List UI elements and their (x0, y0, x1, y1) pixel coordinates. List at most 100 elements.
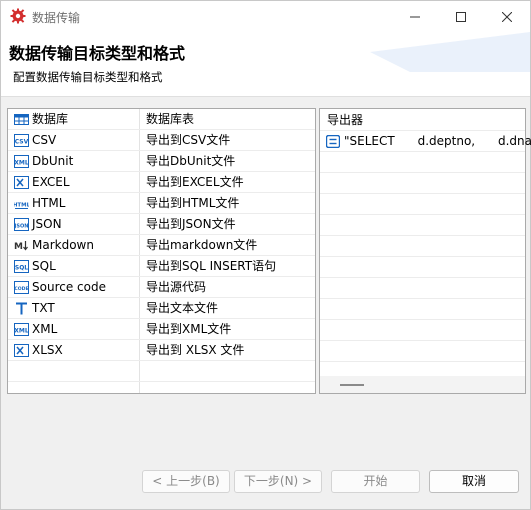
format-description[interactable]: 导出DbUnit文件 (139, 151, 315, 171)
next-button[interactable]: 下一步(N) > (234, 470, 322, 493)
wizard-header: 数据传输目标类型和格式 配置数据传输目标类型和格式 (1, 32, 530, 97)
svg-text:XML: XML (14, 159, 29, 166)
query-icon (326, 135, 341, 148)
svg-text:SQL: SQL (15, 264, 28, 271)
format-description[interactable]: 导出到SQL INSERT语句 (139, 256, 315, 276)
format-description[interactable]: 导出源代码 (139, 277, 315, 297)
format-name-cell[interactable]: XLSX (8, 340, 139, 360)
exporter-query-text: "SELECT d.deptno, d.dname (344, 134, 531, 148)
format-description[interactable]: 导出到JSON文件 (139, 214, 315, 234)
start-button[interactable]: 开始 (331, 470, 420, 493)
svg-text:CSV: CSV (15, 138, 29, 145)
excel-icon (14, 343, 29, 357)
exporter-header: 导出器 (320, 109, 525, 131)
table-row[interactable]: HTML HTML 导出到HTML文件 (8, 193, 315, 214)
format-name-cell[interactable]: M Markdown (8, 235, 139, 255)
table-row[interactable]: CSV CSV 导出到CSV文件 (8, 130, 315, 151)
empty-row (320, 257, 525, 278)
format-name: XML (32, 322, 58, 336)
format-name: Source code (32, 280, 106, 294)
xml-icon: XML (14, 322, 29, 336)
maximize-button[interactable] (438, 1, 484, 32)
table-row[interactable]: TXT 导出文本文件 (8, 298, 315, 319)
html-icon: HTML (14, 197, 29, 210)
format-name: XLSX (32, 343, 63, 357)
app-gear-icon (10, 8, 26, 24)
format-name: EXCEL (32, 175, 70, 189)
json-icon: JSON (14, 217, 29, 231)
header-database-table[interactable]: 数据库表 (139, 109, 315, 129)
format-name-cell[interactable]: CODE Source code (8, 277, 139, 297)
svg-text:CODE: CODE (14, 286, 28, 292)
format-description[interactable]: 导出到 XLSX 文件 (139, 340, 315, 360)
format-name: Markdown (32, 238, 94, 252)
empty-row (320, 299, 525, 320)
svg-text:XML: XML (14, 327, 29, 334)
page-subtitle: 配置数据传输目标类型和格式 (13, 70, 163, 84)
xml-icon: XML (14, 154, 29, 168)
excel-icon (14, 175, 29, 189)
format-name-cell[interactable]: JSON JSON (8, 214, 139, 234)
table-row[interactable]: XML DbUnit 导出DbUnit文件 (8, 151, 315, 172)
empty-row (320, 278, 525, 299)
exporter-panel: 导出器 "SELECT d.deptno, d.dname (319, 108, 531, 394)
table-row[interactable]: JSON JSON 导出到JSON文件 (8, 214, 315, 235)
csv-icon: CSV (14, 133, 29, 147)
format-description[interactable]: 导出markdown文件 (139, 235, 315, 255)
empty-row (320, 341, 525, 362)
format-description[interactable]: 导出到CSV文件 (139, 130, 315, 150)
horizontal-scrollbar[interactable] (320, 376, 525, 393)
format-name-cell[interactable]: TXT (8, 298, 139, 318)
target-type-table: 数据库 数据库表 CSV CSV 导出到CSV文件 XML DbUnit 导出DbUnit… (7, 108, 316, 394)
code-icon: CODE (14, 280, 29, 294)
data-transfer-window: 数据传输 数据传输目标类型和格式 配置数据传输目标类型和格式 数据库 数据库表 (0, 0, 531, 510)
format-name-cell[interactable]: CSV CSV (8, 130, 139, 150)
close-window-button[interactable] (484, 1, 530, 32)
empty-row (320, 152, 525, 173)
format-description[interactable]: 导出到HTML文件 (139, 193, 315, 213)
header-database-label: 数据库 (32, 112, 69, 126)
svg-text:JSON: JSON (14, 223, 28, 229)
format-name: TXT (32, 301, 55, 315)
cancel-button[interactable]: 取消 (429, 470, 519, 493)
markdown-icon: M (14, 239, 29, 252)
table-row[interactable]: M Markdown 导出markdown文件 (8, 235, 315, 256)
empty-row (320, 194, 525, 215)
sql-icon: SQL (14, 259, 29, 273)
svg-text:HTML: HTML (14, 202, 29, 208)
table-row[interactable]: SQL SQL 导出到SQL INSERT语句 (8, 256, 315, 277)
format-description[interactable]: 导出到EXCEL文件 (139, 172, 315, 192)
format-name-cell[interactable]: HTML HTML (8, 193, 139, 213)
table-header: 数据库 数据库表 (8, 109, 315, 130)
txt-icon (14, 302, 29, 315)
table-row[interactable]: CODE Source code 导出源代码 (8, 277, 315, 298)
header-database[interactable]: 数据库 (8, 109, 139, 129)
empty-row (320, 320, 525, 341)
empty-row (320, 236, 525, 257)
format-name: HTML (32, 196, 66, 210)
header-decoration (370, 32, 530, 72)
scrollbar-thumb[interactable] (340, 384, 364, 386)
table-row[interactable]: EXCEL 导出到EXCEL文件 (8, 172, 315, 193)
back-button[interactable]: < 上一步(B) (142, 470, 230, 493)
table-row[interactable]: XLSX 导出到 XLSX 文件 (8, 340, 315, 361)
table-row[interactable]: XML XML 导出到XML文件 (8, 319, 315, 340)
title-bar: 数据传输 (1, 1, 530, 32)
format-name: CSV (32, 133, 57, 147)
format-name-cell[interactable]: XML DbUnit (8, 151, 139, 171)
format-name-cell[interactable]: EXCEL (8, 172, 139, 192)
svg-text:M: M (14, 242, 23, 252)
format-name-cell[interactable]: SQL SQL (8, 256, 139, 276)
minimize-button[interactable] (392, 1, 438, 32)
page-title: 数据传输目标类型和格式 (9, 44, 186, 63)
table-icon (14, 113, 29, 126)
format-description[interactable]: 导出到XML文件 (139, 319, 315, 339)
format-description[interactable]: 导出文本文件 (139, 298, 315, 318)
close-icon (502, 11, 512, 22)
format-name-cell[interactable]: XML XML (8, 319, 139, 339)
minimize-icon (410, 16, 420, 17)
maximize-icon (456, 11, 466, 22)
format-name: SQL (32, 259, 56, 273)
exporter-row[interactable]: "SELECT d.deptno, d.dname (320, 131, 531, 152)
empty-row (320, 173, 525, 194)
